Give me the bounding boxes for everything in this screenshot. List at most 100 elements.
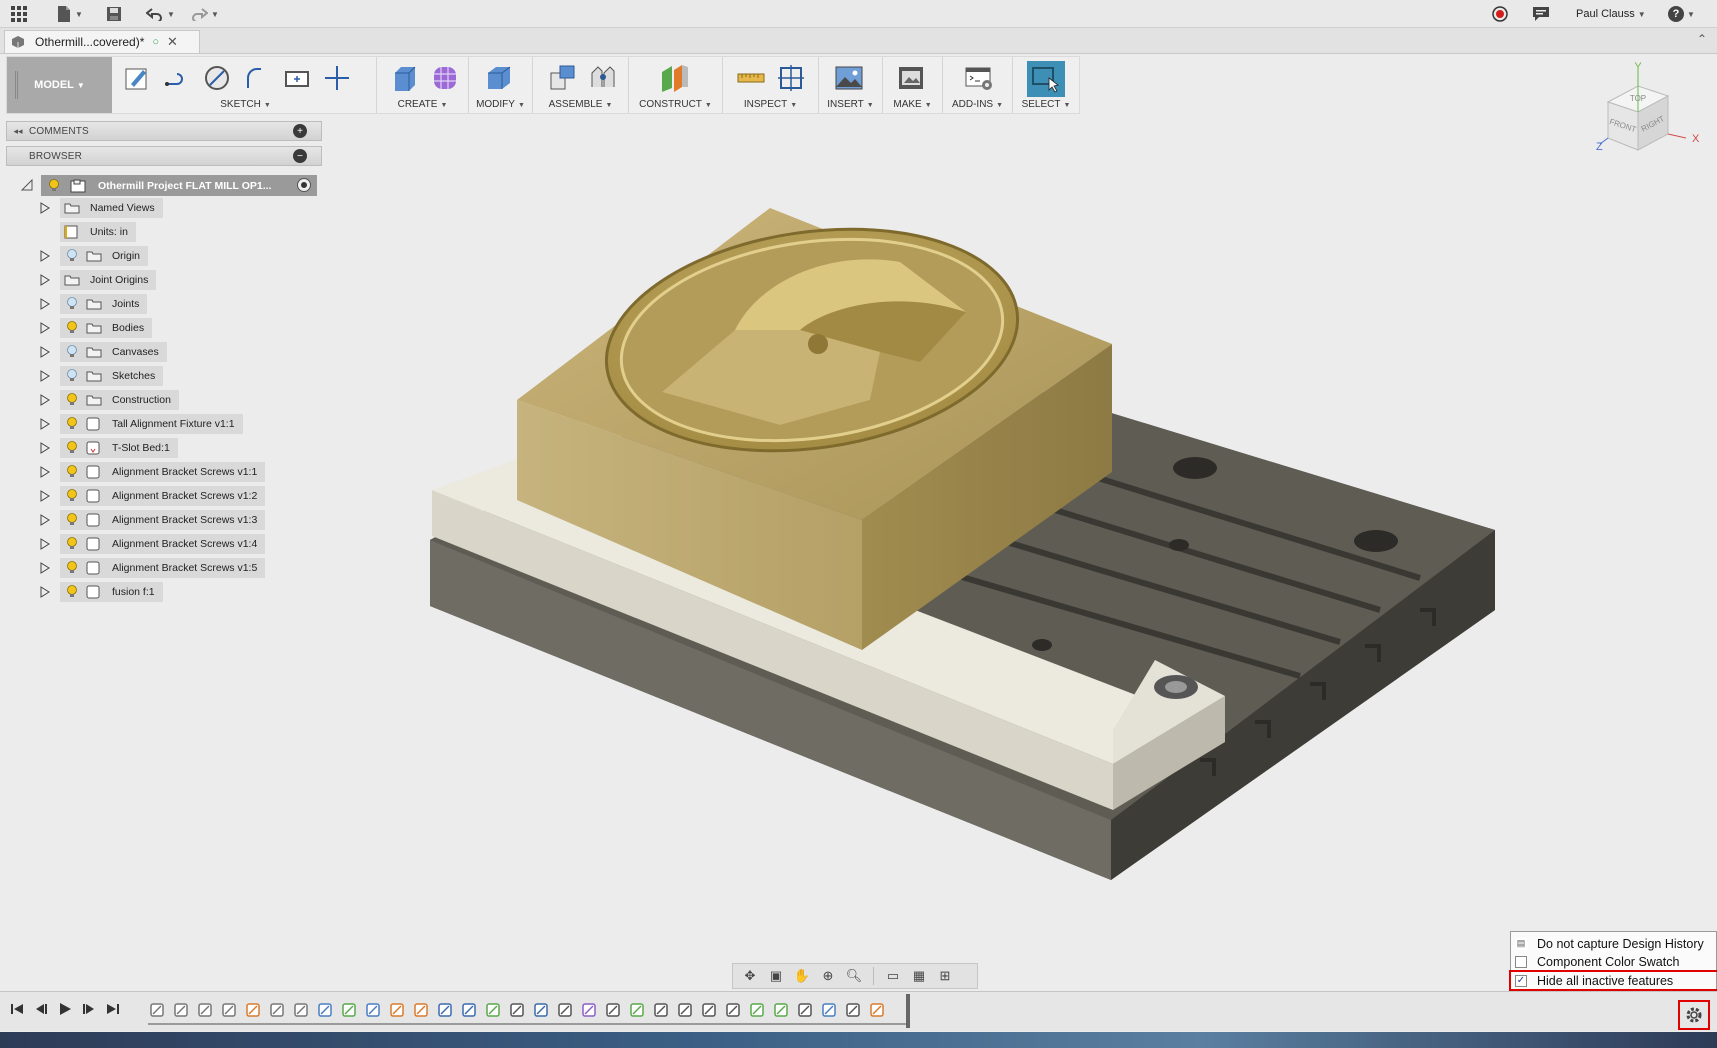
timeline-extrude-icon[interactable] xyxy=(820,1001,838,1019)
document-tab[interactable]: Othermill...covered)* ○ ✕ xyxy=(4,30,200,53)
expand-triangle-icon[interactable] xyxy=(40,394,50,406)
display-settings-icon[interactable]: ▭ xyxy=(882,966,904,986)
lightbulb-on-icon[interactable] xyxy=(64,417,80,431)
expand-triangle-icon[interactable] xyxy=(40,442,50,454)
timeline-sketch-icon[interactable] xyxy=(268,1001,286,1019)
record-button[interactable] xyxy=(1492,4,1508,24)
timeline-pattern-icon[interactable] xyxy=(436,1001,454,1019)
lightbulb-off-icon[interactable] xyxy=(64,249,80,263)
timeline-joint-icon[interactable] xyxy=(244,1001,262,1019)
timeline-joint-icon[interactable] xyxy=(412,1001,430,1019)
browser-item[interactable]: Joints xyxy=(60,294,148,314)
expand-triangle-icon[interactable] xyxy=(40,226,50,238)
add-ins-menu[interactable]: ADD-INS ▼ xyxy=(943,99,1012,110)
timeline-section-icon[interactable] xyxy=(676,1001,694,1019)
go-to-start-icon[interactable] xyxy=(10,1000,24,1018)
browser-item[interactable]: Named Views xyxy=(60,198,163,218)
arc-button[interactable] xyxy=(241,62,273,94)
step-forward-icon[interactable] xyxy=(82,1000,96,1018)
lightbulb-on-icon[interactable] xyxy=(64,441,80,455)
point-button[interactable] xyxy=(321,62,353,94)
timeline-section-icon[interactable] xyxy=(652,1001,670,1019)
insert-menu[interactable]: INSERT ▼ xyxy=(819,99,882,110)
expand-triangle-icon[interactable] xyxy=(40,490,50,502)
grid-settings-icon[interactable]: ▦ xyxy=(908,966,930,986)
do-not-capture-history-option[interactable]: ▤ Do not capture Design History xyxy=(1515,935,1704,952)
play-icon[interactable] xyxy=(58,1000,72,1018)
expand-triangle-icon[interactable] xyxy=(40,346,50,358)
checkbox[interactable] xyxy=(1515,955,1527,968)
timeline-form-icon[interactable] xyxy=(580,1001,598,1019)
section-analysis-button[interactable] xyxy=(775,62,807,94)
timeline-plane-icon[interactable] xyxy=(628,1001,646,1019)
browser-item[interactable]: Bodies xyxy=(60,318,153,338)
timeline-joint-icon[interactable] xyxy=(868,1001,886,1019)
expand-triangle-icon[interactable] xyxy=(40,202,50,214)
lightbulb-off-icon[interactable] xyxy=(64,345,80,359)
add-comment-icon[interactable]: + xyxy=(293,124,307,138)
lightbulb-on-icon[interactable] xyxy=(64,537,80,551)
browser-item[interactable]: Alignment Bracket Screws v1:5 xyxy=(60,558,266,578)
browser-item[interactable]: Alignment Bracket Screws v1:4 xyxy=(60,534,266,554)
collapse-browser-icon[interactable]: − xyxy=(293,149,307,163)
construct-menu[interactable]: CONSTRUCT ▼ xyxy=(629,99,722,110)
timeline-extrude-icon[interactable] xyxy=(364,1001,382,1019)
fit-zoom-icon[interactable]: 🔍︎ xyxy=(843,966,865,986)
timeline-section-icon[interactable] xyxy=(796,1001,814,1019)
file-menu-button[interactable]: ▼ xyxy=(56,4,83,24)
inspect-menu[interactable]: INSPECT ▼ xyxy=(723,99,818,110)
scripts-button[interactable] xyxy=(963,62,995,94)
browser-item[interactable]: Units: in xyxy=(60,222,136,242)
browser-item[interactable]: fusion f:1 xyxy=(60,582,163,602)
browser-item[interactable]: T-Slot Bed:1 xyxy=(60,438,178,458)
rectangle-button[interactable] xyxy=(281,62,313,94)
timeline-section-icon[interactable] xyxy=(508,1001,526,1019)
zoom-icon[interactable]: ⊕ xyxy=(817,966,839,986)
browser-item[interactable]: Alignment Bracket Screws v1:3 xyxy=(60,510,266,530)
help-button[interactable]: ? ▼ xyxy=(1668,4,1695,24)
timeline-plane-icon[interactable] xyxy=(772,1001,790,1019)
assemble-menu[interactable]: ASSEMBLE ▼ xyxy=(533,99,628,110)
redo-button[interactable]: ▼ xyxy=(190,4,219,24)
expand-triangle-icon[interactable] xyxy=(40,322,50,334)
form-button[interactable] xyxy=(429,62,461,94)
expand-triangle-icon[interactable] xyxy=(40,562,50,574)
3d-print-button[interactable] xyxy=(895,62,927,94)
lightbulb-off-icon[interactable] xyxy=(64,369,80,383)
step-back-icon[interactable] xyxy=(34,1000,48,1018)
expand-triangle-icon[interactable] xyxy=(40,250,50,262)
timeline-section-icon[interactable] xyxy=(724,1001,742,1019)
user-menu[interactable]: Paul Clauss ▼ xyxy=(1576,4,1646,24)
lightbulb-on-icon[interactable] xyxy=(64,561,80,575)
data-panel-button[interactable] xyxy=(10,4,28,24)
timeline-sketch-icon[interactable] xyxy=(196,1001,214,1019)
timeline-image-icon[interactable] xyxy=(532,1001,550,1019)
timeline-section-icon[interactable] xyxy=(556,1001,574,1019)
browser-item[interactable]: Alignment Bracket Screws v1:2 xyxy=(60,486,266,506)
timeline-section-icon[interactable] xyxy=(844,1001,862,1019)
lightbulb-on-icon[interactable] xyxy=(64,465,80,479)
select-menu[interactable]: SELECT ▼ xyxy=(1013,99,1079,110)
lightbulb-on-icon[interactable] xyxy=(64,321,80,335)
browser-item[interactable]: Sketches xyxy=(60,366,164,386)
expand-triangle-icon[interactable] xyxy=(40,298,50,310)
timeline-sketch-icon[interactable] xyxy=(220,1001,238,1019)
collapse-triangle-icon[interactable] xyxy=(20,178,34,192)
go-to-end-icon[interactable] xyxy=(106,1000,120,1018)
extrude-button[interactable] xyxy=(389,62,421,94)
collapse-icon[interactable]: ◂◂ xyxy=(7,126,29,137)
orbit-icon[interactable]: ✥ xyxy=(739,966,761,986)
timeline-joint-icon[interactable] xyxy=(388,1001,406,1019)
timeline-plane-icon[interactable] xyxy=(484,1001,502,1019)
timeline-pattern-icon[interactable] xyxy=(460,1001,478,1019)
timeline-extrude-icon[interactable] xyxy=(316,1001,334,1019)
insert-image-button[interactable] xyxy=(833,62,865,94)
lightbulb-on-icon[interactable] xyxy=(64,513,80,527)
lightbulb-off-icon[interactable] xyxy=(64,297,80,311)
circle-button[interactable] xyxy=(201,62,233,94)
timeline-section-icon[interactable] xyxy=(700,1001,718,1019)
timeline-plane-icon[interactable] xyxy=(748,1001,766,1019)
browser-item[interactable]: Tall Alignment Fixture v1:1 xyxy=(60,414,243,434)
browser-item[interactable]: Origin xyxy=(60,246,149,266)
make-menu[interactable]: MAKE ▼ xyxy=(883,99,942,110)
